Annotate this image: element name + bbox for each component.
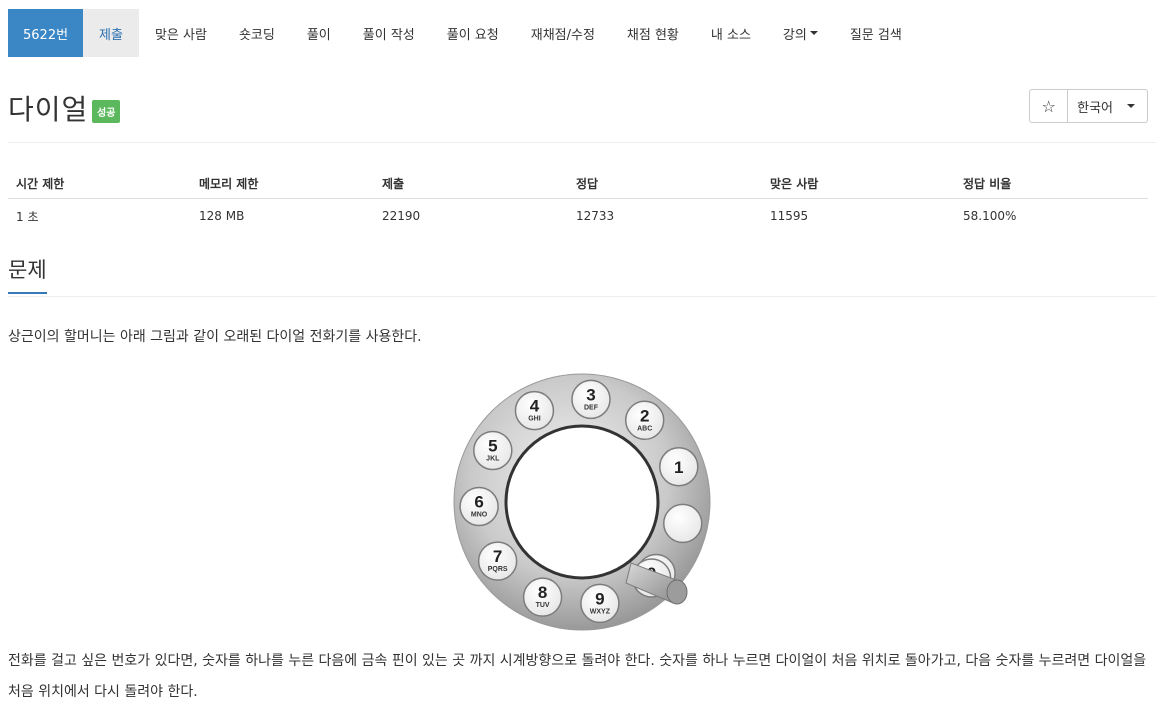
- dial-digit: 4: [530, 397, 540, 416]
- dial-letters: DEF: [584, 404, 599, 411]
- tab-write-solution[interactable]: 풀이 작성: [347, 9, 431, 57]
- problem-nav-tabs: 5622번 제출 맞은 사람 숏코딩 풀이 풀이 작성 풀이 요청 재채점/수정…: [8, 9, 1156, 57]
- status-badge: 성공: [92, 100, 121, 123]
- dial-letters: WXYZ: [590, 608, 611, 615]
- page-title: 다이얼: [8, 93, 89, 126]
- tab-lectures-label: 강의: [782, 27, 807, 43]
- caret-down-icon: [809, 31, 818, 35]
- section-header: 문제: [8, 249, 1156, 297]
- dial-letters: PQRS: [488, 566, 508, 573]
- language-label: 한국어: [1077, 100, 1113, 116]
- chevron-down-icon: [1127, 104, 1135, 108]
- dial-digit: 2: [640, 406, 649, 425]
- dial-digit: 3: [586, 385, 595, 404]
- problem-info-table: 시간 제한 메모리 제한 제출 정답 맞은 사람 정답 비율 1 초 128 M…: [8, 169, 1148, 234]
- dial-letters: ABC: [637, 425, 652, 432]
- section-title: 문제: [8, 254, 47, 294]
- header-solved-users: 맞은 사람: [762, 169, 955, 199]
- language-dropdown[interactable]: 한국어: [1068, 89, 1148, 123]
- header-accepted: 정답: [568, 169, 762, 199]
- header-accept-ratio: 정답 비율: [955, 169, 1148, 199]
- table-header-row: 시간 제한 메모리 제한 제출 정답 맞은 사람 정답 비율: [8, 169, 1148, 199]
- tab-status[interactable]: 채점 현황: [611, 9, 695, 57]
- tab-rejudge[interactable]: 재채점/수정: [515, 9, 611, 57]
- dial-digit: 6: [474, 492, 483, 511]
- tab-lectures-dropdown[interactable]: 강의: [767, 9, 834, 57]
- value-time-limit: 1 초: [16, 209, 39, 224]
- tab-submit[interactable]: 제출: [83, 9, 139, 57]
- dial-digit: 7: [493, 547, 502, 566]
- tab-my-source[interactable]: 내 소스: [695, 9, 767, 57]
- tab-short-coding[interactable]: 숏코딩: [223, 9, 291, 57]
- dial-center: [504, 424, 660, 580]
- rotary-dial-image: 12ABC3DEF4GHI5JKL6MNO7PQRS8TUV9WXYZ0OPER…: [453, 373, 711, 631]
- dial-letters: TUV: [536, 602, 550, 609]
- dial-digit: 5: [488, 437, 497, 456]
- dial-letters: GHI: [528, 416, 541, 423]
- star-icon: ☆: [1041, 96, 1056, 116]
- dial-digit: 1: [674, 458, 683, 477]
- problem-description-1: 상근이의 할머니는 아래 그림과 같이 오래된 다이얼 전화기를 사용한다.: [8, 329, 422, 345]
- value-solved-users: 11595: [770, 209, 809, 224]
- problem-page: 5622번 제출 맞은 사람 숏코딩 풀이 풀이 작성 풀이 요청 재채점/수정…: [0, 9, 1164, 724]
- dial-figure: 12ABC3DEF4GHI5JKL6MNO7PQRS8TUV9WXYZ0OPER…: [8, 371, 1156, 635]
- dial-digit: 8: [538, 583, 547, 602]
- table-row: 1 초 128 MB 22190 12733 11595 58.100%: [8, 198, 1148, 234]
- tab-question-search[interactable]: 질문 검색: [834, 9, 918, 57]
- star-button[interactable]: ☆: [1029, 89, 1069, 123]
- problem-title-row: 다이얼 성공 ☆ 한국어: [8, 57, 1156, 143]
- dial-digit: 9: [595, 589, 604, 608]
- header-submissions: 제출: [374, 169, 568, 199]
- title-actions: ☆ 한국어: [1029, 89, 1148, 123]
- dial-letters: MNO: [471, 511, 488, 518]
- tab-solutions[interactable]: 풀이: [291, 9, 347, 57]
- value-accept-ratio: 58.100%: [963, 209, 1017, 224]
- tab-request-solution[interactable]: 풀이 요청: [431, 9, 515, 57]
- tab-correct-users[interactable]: 맞은 사람: [139, 9, 223, 57]
- problem-description-2: 전화를 걸고 싶은 번호가 있다면, 숫자를 하나를 누른 다음에 금속 핀이 …: [8, 653, 1147, 700]
- dial-blank-hole: [662, 503, 703, 544]
- tab-problem-number[interactable]: 5622번: [8, 9, 84, 57]
- dial-letters: JKL: [486, 456, 500, 463]
- value-memory-limit: 128 MB: [199, 209, 245, 224]
- header-time-limit: 시간 제한: [8, 169, 191, 199]
- value-submissions: 22190: [382, 209, 421, 224]
- value-accepted: 12733: [576, 209, 615, 224]
- header-memory-limit: 메모리 제한: [191, 169, 374, 199]
